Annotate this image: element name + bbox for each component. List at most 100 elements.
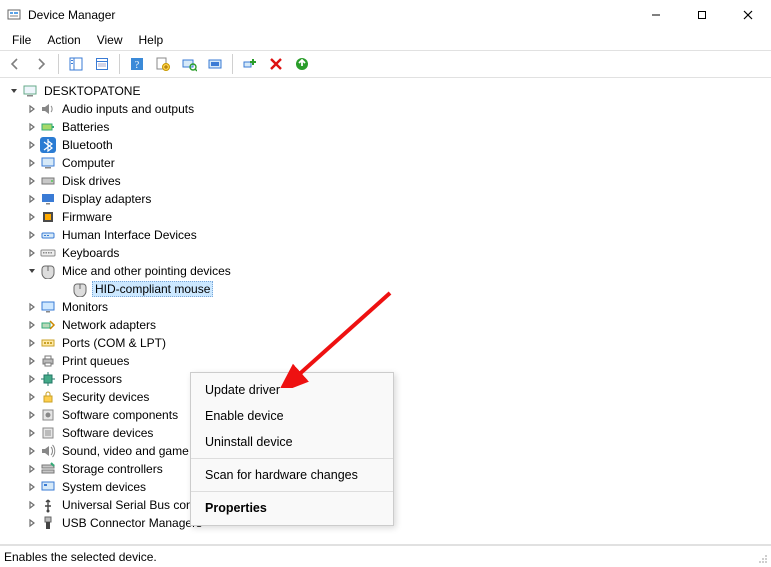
forward-button[interactable] — [30, 53, 52, 75]
tree-item[interactable]: Display adapters — [2, 190, 771, 208]
context-menu: Update driver Enable device Uninstall de… — [190, 372, 394, 526]
chevron-right-icon[interactable] — [24, 209, 40, 225]
tree-item[interactable]: Batteries — [2, 118, 771, 136]
tree-item-label: Processors — [60, 372, 124, 386]
tree-item-label: Keyboards — [60, 246, 121, 260]
scan-hardware-button[interactable] — [178, 53, 200, 75]
action-sheet-button[interactable] — [152, 53, 174, 75]
device-tree[interactable]: DESKTOPATONE Audio inputs and outputs Bat… — [0, 78, 771, 545]
back-button[interactable] — [4, 53, 26, 75]
chevron-right-icon[interactable] — [24, 515, 40, 531]
ctx-separator — [191, 458, 393, 459]
sound-icon — [40, 443, 56, 459]
menu-action[interactable]: Action — [39, 31, 88, 49]
chevron-down-icon[interactable] — [24, 263, 40, 279]
toolbar-separator — [232, 54, 233, 74]
tree-item[interactable]: Human Interface Devices — [2, 226, 771, 244]
tree-item[interactable]: Network adapters — [2, 316, 771, 334]
update-driver-button[interactable] — [204, 53, 226, 75]
window-title: Device Manager — [28, 8, 115, 22]
chevron-right-icon[interactable] — [24, 371, 40, 387]
software-component-icon — [40, 407, 56, 423]
statusbar: Enables the selected device. — [0, 545, 771, 567]
tree-item-label: Security devices — [60, 390, 151, 404]
chevron-right-icon[interactable] — [24, 119, 40, 135]
chevron-right-icon[interactable] — [24, 173, 40, 189]
chevron-right-icon[interactable] — [24, 299, 40, 315]
tree-item-label: Software devices — [60, 426, 155, 440]
chevron-right-icon[interactable] — [24, 353, 40, 369]
statusbar-text: Enables the selected device. — [4, 550, 753, 564]
ctx-properties[interactable]: Properties — [191, 495, 393, 521]
usb-connector-icon — [40, 515, 56, 531]
menu-help[interactable]: Help — [131, 31, 172, 49]
tree-item-label: USB Connector Managers — [60, 516, 204, 530]
enable-device-button[interactable] — [239, 53, 261, 75]
show-hide-console-tree-button[interactable] — [65, 53, 87, 75]
tree-item-label: System devices — [60, 480, 148, 494]
disable-device-button[interactable] — [265, 53, 287, 75]
toolbar-separator — [119, 54, 120, 74]
battery-icon — [40, 119, 56, 135]
ctx-enable-device[interactable]: Enable device — [191, 403, 393, 429]
processor-icon — [40, 371, 56, 387]
tree-item-label: HID-compliant mouse — [92, 281, 213, 297]
chevron-right-icon[interactable] — [24, 335, 40, 351]
storage-icon — [40, 461, 56, 477]
help-button[interactable]: ? — [126, 53, 148, 75]
tree-item-label: Audio inputs and outputs — [60, 102, 196, 116]
chevron-right-icon[interactable] — [24, 317, 40, 333]
menu-file[interactable]: File — [4, 31, 39, 49]
tree-item[interactable]: Ports (COM & LPT) — [2, 334, 771, 352]
tree-item[interactable]: Firmware — [2, 208, 771, 226]
software-device-icon — [40, 425, 56, 441]
chevron-right-icon[interactable] — [24, 191, 40, 207]
disk-icon — [40, 173, 56, 189]
chevron-right-icon[interactable] — [24, 425, 40, 441]
tree-item[interactable]: Computer — [2, 154, 771, 172]
device-manager-icon — [6, 7, 22, 23]
tree-item-label: Software components — [60, 408, 180, 422]
chevron-right-icon[interactable] — [24, 155, 40, 171]
chevron-right-icon[interactable] — [24, 497, 40, 513]
tree-item[interactable]: Monitors — [2, 298, 771, 316]
tree-root-label: DESKTOPATONE — [42, 84, 142, 98]
chevron-right-icon[interactable] — [24, 227, 40, 243]
window-controls — [633, 0, 771, 30]
chevron-right-icon[interactable] — [24, 137, 40, 153]
chevron-down-icon[interactable] — [6, 83, 22, 99]
tree-item-label: Print queues — [60, 354, 131, 368]
chevron-right-icon[interactable] — [24, 479, 40, 495]
tree-item[interactable]: Mice and other pointing devices — [2, 262, 771, 280]
audio-icon — [40, 101, 56, 117]
tree-root[interactable]: DESKTOPATONE — [2, 82, 771, 100]
usb-icon — [40, 497, 56, 513]
properties-button[interactable] — [91, 53, 113, 75]
close-button[interactable] — [725, 0, 771, 30]
chevron-right-icon[interactable] — [24, 101, 40, 117]
tree-leaf-spacer — [56, 281, 72, 297]
chevron-right-icon[interactable] — [24, 461, 40, 477]
chevron-right-icon[interactable] — [24, 443, 40, 459]
menu-view[interactable]: View — [89, 31, 131, 49]
maximize-button[interactable] — [679, 0, 725, 30]
chevron-right-icon[interactable] — [24, 389, 40, 405]
tree-item[interactable]: Print queues — [2, 352, 771, 370]
keyboard-icon — [40, 245, 56, 261]
mouse-icon — [40, 263, 56, 279]
tree-item[interactable]: Disk drives — [2, 172, 771, 190]
chevron-right-icon[interactable] — [24, 245, 40, 261]
tree-item[interactable]: HID-compliant mouse — [2, 280, 771, 298]
ctx-scan-hardware[interactable]: Scan for hardware changes — [191, 462, 393, 488]
tree-item[interactable]: Audio inputs and outputs — [2, 100, 771, 118]
uninstall-device-button[interactable] — [291, 53, 313, 75]
tree-item[interactable]: Keyboards — [2, 244, 771, 262]
resize-grip-icon[interactable] — [753, 549, 769, 565]
network-icon — [40, 317, 56, 333]
tree-item[interactable]: Bluetooth — [2, 136, 771, 154]
ctx-update-driver[interactable]: Update driver — [191, 377, 393, 403]
minimize-button[interactable] — [633, 0, 679, 30]
ctx-uninstall-device[interactable]: Uninstall device — [191, 429, 393, 455]
chevron-right-icon[interactable] — [24, 407, 40, 423]
titlebar: Device Manager — [0, 0, 771, 30]
